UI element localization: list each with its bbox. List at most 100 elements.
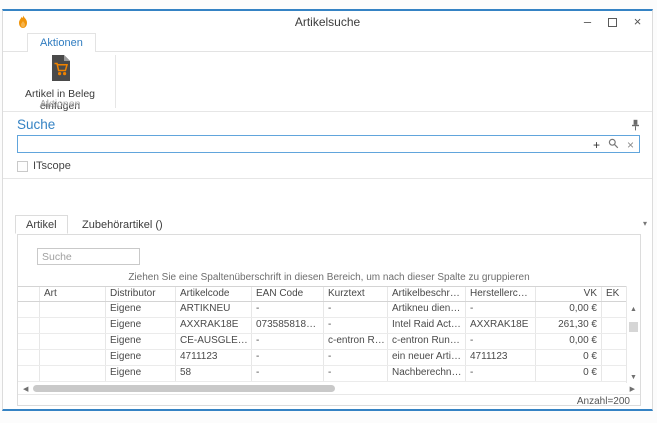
cell-kurztext: - bbox=[324, 366, 388, 381]
header-kurztext[interactable]: Kurztext bbox=[324, 287, 388, 301]
ribbon-group-label: Aktionen bbox=[15, 98, 105, 110]
cell-hersteller: - bbox=[466, 366, 536, 381]
table-row[interactable]: Eigene AXXRAK18E 0735858180443 - Intel R… bbox=[18, 318, 626, 334]
cell-vk: 0 € bbox=[536, 350, 602, 365]
vertical-scrollbar[interactable]: ▲ ▼ bbox=[626, 286, 640, 383]
cell-ek bbox=[602, 366, 626, 381]
cell-ek bbox=[602, 318, 626, 333]
cell-ean: - bbox=[252, 334, 324, 349]
header-ek[interactable]: EK bbox=[602, 287, 626, 301]
header-ean-code[interactable]: EAN Code bbox=[252, 287, 324, 301]
header-herstellercode[interactable]: Herstellercode bbox=[466, 287, 536, 301]
add-criteria-icon[interactable]: + bbox=[593, 138, 600, 152]
cell-ean: 0735858180443 bbox=[252, 318, 324, 333]
cell-ek bbox=[602, 334, 626, 349]
header-artikelcode[interactable]: Artikelcode bbox=[176, 287, 252, 301]
itscope-checkbox-row: ITscope bbox=[17, 158, 640, 174]
cell-beschreibung: ein neuer Artikel bbox=[388, 350, 466, 365]
itscope-checkbox-label: ITscope bbox=[33, 160, 71, 172]
cell-artikelcode: CE-AUSGLEICHS.A... bbox=[176, 334, 252, 349]
row-indicator bbox=[18, 302, 40, 317]
cell-distributor: Eigene bbox=[106, 334, 176, 349]
tab-zubehoerartikel[interactable]: Zubehörartikel () bbox=[72, 216, 173, 233]
ribbon-tab-aktionen[interactable]: Aktionen bbox=[27, 33, 96, 53]
article-table: Art Distributor Artikelcode EAN Code Kur… bbox=[18, 286, 626, 382]
header-distributor[interactable]: Distributor bbox=[106, 287, 176, 301]
empty-region bbox=[17, 179, 640, 215]
cell-hersteller: AXXRAK18E bbox=[466, 318, 536, 333]
horizontal-scrollbar[interactable]: ◀ ▶ bbox=[19, 383, 639, 394]
cell-kurztext: - bbox=[324, 302, 388, 317]
cell-distributor: Eigene bbox=[106, 366, 176, 381]
header-art[interactable]: Art bbox=[40, 287, 106, 301]
row-indicator bbox=[18, 366, 40, 381]
cell-distributor: Eigene bbox=[106, 350, 176, 365]
tab-artikel[interactable]: Artikel bbox=[15, 215, 68, 234]
cell-beschreibung: Intel Raid Activatio... bbox=[388, 318, 466, 333]
window-title: Artikelsuche bbox=[3, 15, 652, 29]
header-indicator bbox=[18, 287, 40, 301]
cell-ean: - bbox=[252, 350, 324, 365]
cell-art bbox=[40, 302, 106, 317]
search-icon[interactable] bbox=[608, 136, 619, 154]
scroll-down-icon[interactable]: ▼ bbox=[627, 374, 640, 381]
cell-artikelcode: 58 bbox=[176, 366, 252, 381]
header-vk[interactable]: VK bbox=[536, 287, 602, 301]
row-indicator bbox=[18, 334, 40, 349]
cell-beschreibung: Nachberechnungsa... bbox=[388, 366, 466, 381]
table-row[interactable]: Eigene CE-AUSGLEICHS.A... - c-entron Run… bbox=[18, 334, 626, 350]
result-tab-strip: Artikel Zubehörartikel () ▾ bbox=[15, 215, 652, 234]
cell-art bbox=[40, 366, 106, 381]
itscope-checkbox[interactable] bbox=[17, 161, 28, 172]
search-box-icons: + × bbox=[593, 137, 634, 152]
main-search-box: + × bbox=[17, 135, 640, 153]
main-search-input[interactable] bbox=[20, 137, 583, 151]
cart-document-icon bbox=[48, 69, 73, 86]
scroll-left-icon[interactable]: ◀ bbox=[23, 385, 28, 393]
cell-artikelcode: AXXRAK18E bbox=[176, 318, 252, 333]
record-count-status: Anzahl=200 bbox=[18, 394, 640, 405]
close-button[interactable]: × bbox=[625, 11, 650, 33]
ribbon-group-separator bbox=[115, 55, 116, 108]
cell-art bbox=[40, 350, 106, 365]
table-row[interactable]: Eigene ARTIKNEU - - Artikneu dient für..… bbox=[18, 302, 626, 318]
cell-ean: - bbox=[252, 366, 324, 381]
row-indicator bbox=[18, 318, 40, 333]
table-header-row: Art Distributor Artikelcode EAN Code Kur… bbox=[18, 286, 626, 302]
ribbon-tab-strip: Aktionen bbox=[3, 33, 652, 52]
clear-search-icon[interactable]: × bbox=[627, 138, 634, 152]
table-row[interactable]: Eigene 58 - - Nachberechnungsa... - 0 € bbox=[18, 366, 626, 382]
cell-distributor: Eigene bbox=[106, 302, 176, 317]
grid-search-input[interactable] bbox=[37, 248, 140, 265]
group-by-hint: Ziehen Sie eine Spaltenüberschrift in di… bbox=[18, 272, 640, 283]
pin-icon[interactable] bbox=[631, 118, 640, 136]
horizontal-scrollbar-thumb[interactable] bbox=[33, 385, 335, 392]
cell-artikelcode: ARTIKNEU bbox=[176, 302, 252, 317]
vertical-scrollbar-thumb[interactable] bbox=[629, 322, 638, 332]
window-controls: – × bbox=[575, 11, 650, 33]
minimize-button[interactable]: – bbox=[575, 11, 600, 33]
chevron-down-icon[interactable]: ▾ bbox=[643, 219, 647, 228]
scroll-up-icon[interactable]: ▲ bbox=[627, 306, 640, 313]
table-row[interactable]: Eigene 4711123 - - ein neuer Artikel 471… bbox=[18, 350, 626, 366]
article-grid-panel: Ziehen Sie eine Spaltenüberschrift in di… bbox=[17, 234, 641, 406]
maximize-button[interactable] bbox=[600, 11, 625, 33]
scroll-right-icon[interactable]: ▶ bbox=[630, 385, 635, 393]
cell-vk: 0,00 € bbox=[536, 302, 602, 317]
cell-vk: 0,00 € bbox=[536, 334, 602, 349]
cell-ek bbox=[602, 302, 626, 317]
cell-ek bbox=[602, 350, 626, 365]
header-artikelbeschreibung[interactable]: Artikelbeschreibung bbox=[388, 287, 466, 301]
cell-kurztext: - bbox=[324, 318, 388, 333]
artikelsuche-window: Artikelsuche – × Aktionen Artikel in Bel… bbox=[2, 9, 653, 411]
cell-hersteller: 4711123 bbox=[466, 350, 536, 365]
cell-art bbox=[40, 318, 106, 333]
cell-art bbox=[40, 334, 106, 349]
cell-kurztext: c-entron Rundung... bbox=[324, 334, 388, 349]
ribbon-body: Artikel in Beleg einfügen Aktionen bbox=[3, 52, 652, 112]
search-panel: Suche + × bbox=[3, 112, 652, 215]
cell-distributor: Eigene bbox=[106, 318, 176, 333]
cell-vk: 261,30 € bbox=[536, 318, 602, 333]
row-indicator bbox=[18, 350, 40, 365]
cell-ean: - bbox=[252, 302, 324, 317]
